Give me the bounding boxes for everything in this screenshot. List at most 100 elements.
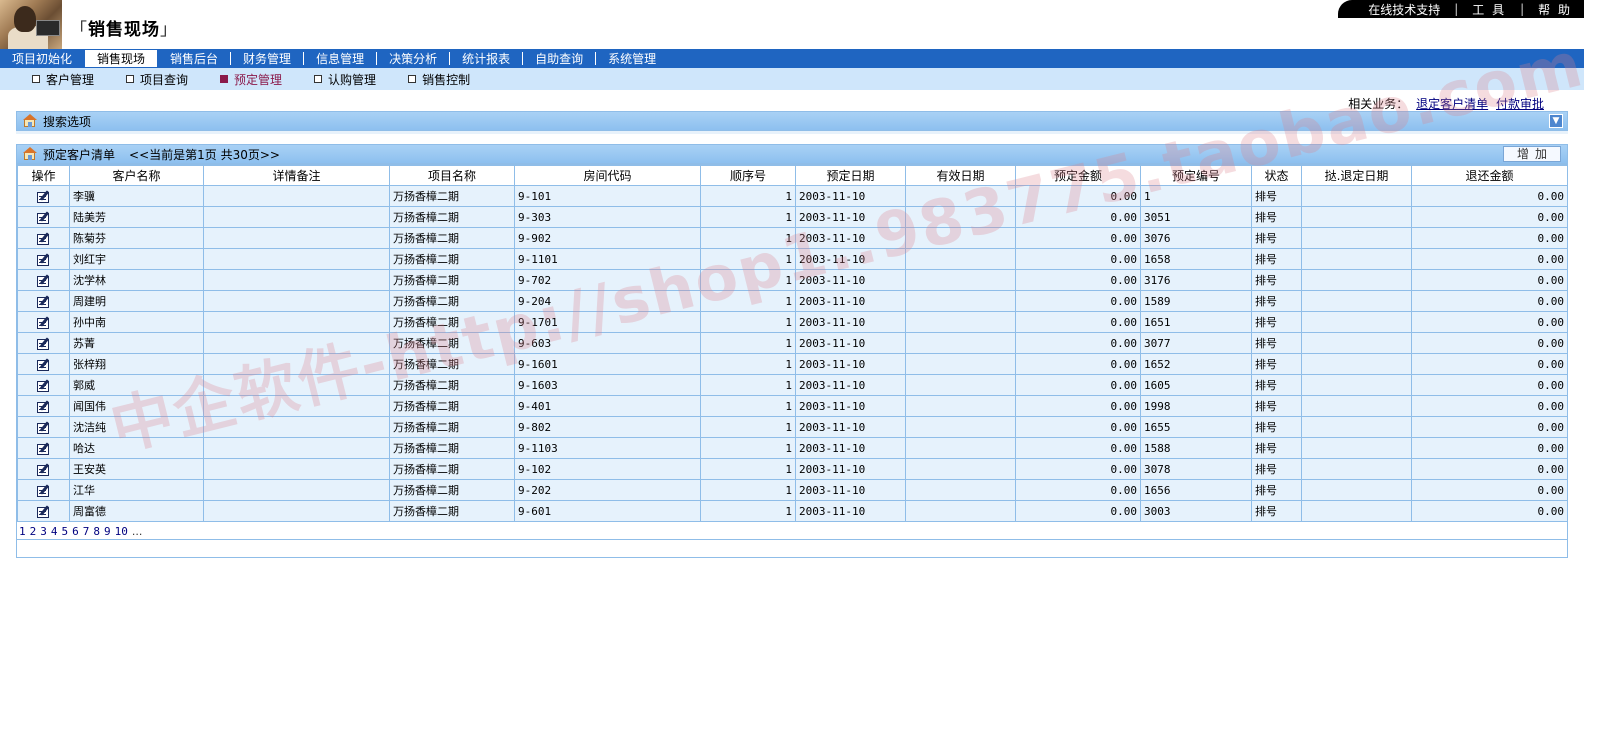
- table-row[interactable]: 苏菁 万扬香樟二期 9-603 1 2003-11-10 0.00 3077 排号 0.00: [17, 332, 1568, 354]
- table-row[interactable]: 张梓翔 万扬香樟二期 9-1601 1 2003-11-10 0.00 1652 排号 0.00: [17, 353, 1568, 375]
- column-header: 有效日期: [905, 165, 1016, 186]
- page-link[interactable]: 9: [104, 525, 111, 538]
- page-link[interactable]: 3: [40, 525, 47, 538]
- edit-icon[interactable]: [36, 231, 52, 246]
- column-header: 预定编号: [1140, 165, 1252, 186]
- sub-nav-item[interactable]: 预定管理: [220, 71, 282, 88]
- reserve-code-cell: 1588: [1140, 437, 1252, 459]
- sub-nav-item[interactable]: 销售控制: [408, 71, 470, 88]
- table-row[interactable]: 孙中南 万扬香樟二期 9-1701 1 2003-11-10 0.00 1651 排号 0.00: [17, 311, 1568, 333]
- page-link[interactable]: 5: [62, 525, 69, 538]
- search-options-bar[interactable]: 搜索选项 ▼: [16, 111, 1568, 131]
- edit-icon[interactable]: [36, 399, 52, 414]
- project-name-cell: 万扬香樟二期: [389, 185, 515, 207]
- edit-icon[interactable]: [36, 273, 52, 288]
- online-support-link[interactable]: 在线技术支持: [1368, 1, 1440, 18]
- page-link[interactable]: 2: [30, 525, 37, 538]
- reserve-date-cell: 2003-11-10: [795, 311, 906, 333]
- table-row[interactable]: 周建明 万扬香樟二期 9-204 1 2003-11-10 0.00 1589 排号 0.00: [17, 290, 1568, 312]
- sub-nav-item[interactable]: 认购管理: [314, 71, 376, 88]
- valid-date-cell: [905, 500, 1016, 522]
- customer-name-cell: 陈菊芬: [69, 227, 204, 249]
- page-link[interactable]: 7: [83, 525, 90, 538]
- project-name-cell: 万扬香樟二期: [389, 311, 515, 333]
- help-link[interactable]: 帮 助: [1538, 1, 1572, 18]
- reserve-amount-cell: 0.00: [1015, 332, 1141, 354]
- main-nav-item[interactable]: 项目初始化: [0, 49, 84, 68]
- refund-date-cell: [1301, 353, 1412, 375]
- table-row[interactable]: 周富德 万扬香樟二期 9-601 1 2003-11-10 0.00 3003 排号 0.00: [17, 500, 1568, 522]
- main-nav-item[interactable]: 销售后台: [158, 49, 230, 68]
- table-row[interactable]: 陈菊芬 万扬香樟二期 9-902 1 2003-11-10 0.00 3076 排号 0.00: [17, 227, 1568, 249]
- edit-icon[interactable]: [36, 420, 52, 435]
- table-row[interactable]: 郭威 万扬香樟二期 9-1603 1 2003-11-10 0.00 1605 排号 0.00: [17, 374, 1568, 396]
- main-nav-item[interactable]: 销售现场: [84, 49, 159, 68]
- main-nav-item[interactable]: 信息管理: [304, 49, 376, 68]
- edit-icon[interactable]: [36, 357, 52, 372]
- table-row[interactable]: 沈学林 万扬香樟二期 9-702 1 2003-11-10 0.00 3176 排号 0.00: [17, 269, 1568, 291]
- list-panel-bar: 预定客户清单 <<当前是第1页 共30页>> 增加: [16, 144, 1568, 164]
- main-nav-item[interactable]: 自助查询: [523, 49, 595, 68]
- table-row[interactable]: 王安英 万扬香樟二期 9-102 1 2003-11-10 0.00 3078 排号 0.00: [17, 458, 1568, 480]
- edit-icon[interactable]: [36, 378, 52, 393]
- page-link[interactable]: 8: [93, 525, 100, 538]
- valid-date-cell: [905, 227, 1016, 249]
- reserve-amount-cell: 0.00: [1015, 479, 1141, 501]
- table-row[interactable]: 沈洁纯 万扬香樟二期 9-802 1 2003-11-10 0.00 1655 排号 0.00: [17, 416, 1568, 438]
- table-row[interactable]: 刘红宇 万扬香樟二期 9-1101 1 2003-11-10 0.00 1658 排号 0.00: [17, 248, 1568, 270]
- main-nav-item[interactable]: 决策分析: [377, 49, 449, 68]
- page-link[interactable]: 6: [72, 525, 79, 538]
- more-pages[interactable]: ...: [132, 525, 143, 538]
- related-business: 相关业务： 退定客户清单 付款审批: [1348, 95, 1544, 112]
- refund-date-cell: [1301, 290, 1412, 312]
- edit-icon[interactable]: [36, 441, 52, 456]
- edit-icon[interactable]: [36, 252, 52, 267]
- edit-icon[interactable]: [36, 483, 52, 498]
- main-nav-item[interactable]: 系统管理: [596, 49, 668, 68]
- table-row[interactable]: 李骥 万扬香樟二期 9-101 1 2003-11-10 0.00 1 排号 0.00: [17, 185, 1568, 207]
- page-link[interactable]: 1: [19, 525, 26, 538]
- reserve-date-cell: 2003-11-10: [795, 353, 906, 375]
- edit-icon[interactable]: [36, 336, 52, 351]
- table-row[interactable]: 陆美芳 万扬香樟二期 9-303 1 2003-11-10 0.00 3051 排号 0.00: [17, 206, 1568, 228]
- main-nav-item[interactable]: 财务管理: [231, 49, 303, 68]
- reserve-amount-cell: 0.00: [1015, 311, 1141, 333]
- customer-name-cell: 张梓翔: [69, 353, 204, 375]
- action-cell: [17, 290, 70, 312]
- sequence-cell: 1: [700, 290, 796, 312]
- reserve-date-cell: 2003-11-10: [795, 437, 906, 459]
- refund-date-cell: [1301, 416, 1412, 438]
- sequence-cell: 1: [700, 206, 796, 228]
- note-cell: [203, 416, 390, 438]
- sub-nav-item[interactable]: 项目查询: [126, 71, 188, 88]
- edit-icon[interactable]: [36, 504, 52, 519]
- room-code-cell: 9-1601: [514, 353, 701, 375]
- valid-date-cell: [905, 185, 1016, 207]
- reserve-date-cell: 2003-11-10: [795, 500, 906, 522]
- edit-icon[interactable]: [36, 189, 52, 204]
- room-code-cell: 9-902: [514, 227, 701, 249]
- main-nav-item[interactable]: 统计报表: [450, 49, 522, 68]
- collapse-icon[interactable]: ▼: [1549, 114, 1563, 128]
- edit-icon[interactable]: [36, 462, 52, 477]
- page-link[interactable]: 4: [51, 525, 58, 538]
- table-row[interactable]: 闻国伟 万扬香樟二期 9-401 1 2003-11-10 0.00 1998 排号 0.00: [17, 395, 1568, 417]
- add-button[interactable]: 增加: [1503, 146, 1561, 162]
- main-nav: 项目初始化 销售现场 销售后台 财务管理 信息管理 决策分析 统计报表 自助查询 系统管理: [0, 49, 1584, 68]
- sub-nav-item[interactable]: 客户管理: [32, 71, 94, 88]
- action-cell: [17, 227, 70, 249]
- column-header: 预定日期: [795, 165, 906, 186]
- reserve-amount-cell: 0.00: [1015, 437, 1141, 459]
- edit-icon[interactable]: [36, 210, 52, 225]
- table-row[interactable]: 江华 万扬香樟二期 9-202 1 2003-11-10 0.00 1656 排号 0.00: [17, 479, 1568, 501]
- edit-icon[interactable]: [36, 315, 52, 330]
- reserve-code-cell: 1605: [1140, 374, 1252, 396]
- table-row[interactable]: 哈达 万扬香樟二期 9-1103 1 2003-11-10 0.00 1588 排号 0.00: [17, 437, 1568, 459]
- tools-link[interactable]: 工 具: [1472, 1, 1506, 18]
- note-cell: [203, 206, 390, 228]
- note-cell: [203, 479, 390, 501]
- payment-approval-link[interactable]: 付款审批: [1496, 97, 1544, 111]
- edit-icon[interactable]: [36, 294, 52, 309]
- page-link[interactable]: 10: [115, 525, 128, 538]
- refund-customer-list-link[interactable]: 退定客户清单: [1416, 97, 1488, 111]
